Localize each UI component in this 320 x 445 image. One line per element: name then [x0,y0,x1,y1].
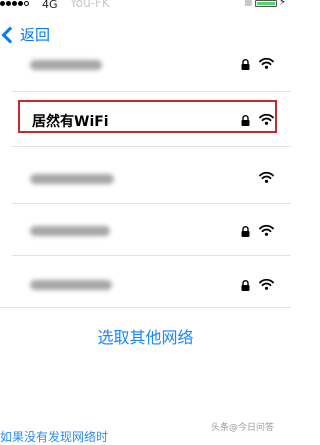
row-divider [12,146,291,147]
wifi-network-row-highlighted[interactable]: 居然有WiFi [0,92,291,147]
charging-icon: ⚡ [279,0,287,8]
wifi-network-row[interactable] [0,256,291,308]
network-name-blurred [30,280,112,290]
network-name: 居然有WiFi [32,114,109,130]
row-divider [0,307,291,308]
watermark-bottom: 头条@今日问答 [211,423,275,433]
lock-icon [241,226,250,237]
status-bar: 4G You-FK ■ ⚡ [0,0,291,14]
wifi-network-row[interactable] [0,40,291,92]
lock-icon [241,115,250,126]
orientation-lock-icon: ■ [244,0,253,8]
choose-other-network-button[interactable]: 选取其他网络 [0,324,291,348]
network-name-blurred [30,60,102,70]
wifi-icon [259,171,274,183]
carrier-label: 4G [42,0,58,11]
battery-icon [255,0,277,7]
lock-icon [241,59,250,70]
network-name-blurred [30,174,114,184]
wifi-icon [259,278,274,290]
wifi-icon [259,224,274,236]
watermark-top: You-FK [70,0,110,10]
wifi-icon [259,113,274,125]
signal-strength-icon [0,1,29,6]
lock-icon [241,280,250,291]
wifi-network-row[interactable] [0,152,291,204]
wifi-icon [259,57,274,69]
network-name-blurred [30,226,110,236]
wifi-network-row[interactable] [0,204,291,256]
